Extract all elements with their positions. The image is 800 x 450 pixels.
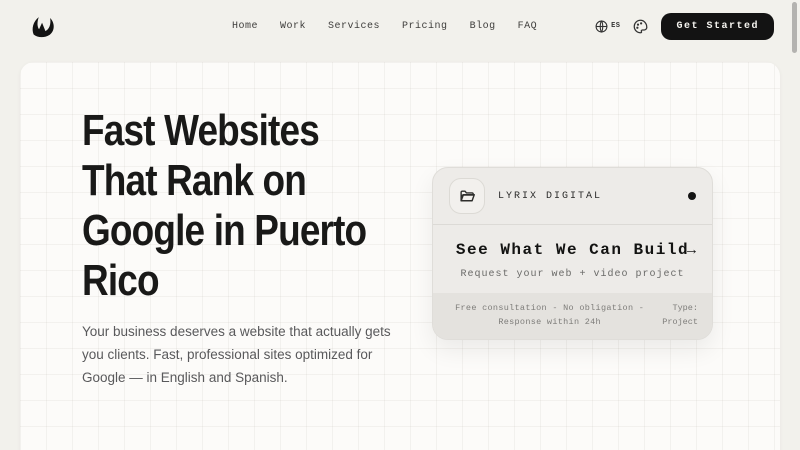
hero-title-line: Google in Puerto	[82, 206, 366, 256]
hero-title-line: That Rank on	[82, 156, 366, 206]
hero-description: Your business deserves a website that ac…	[82, 320, 404, 389]
folder-glyph	[459, 188, 476, 205]
lyrix-logo-icon[interactable]	[26, 9, 60, 43]
project-type-value: Project	[662, 315, 698, 329]
card-subheading: Request your web + video project	[449, 269, 696, 280]
hero-title-line: Fast Websites	[82, 106, 366, 156]
consultation-note: Free consultation - No obligation - Resp…	[447, 301, 652, 329]
card-body: See What We Can Build → Request your web…	[433, 225, 712, 293]
logo-glyph	[28, 11, 58, 41]
language-switcher[interactable]: ES	[595, 20, 620, 33]
folder-open-icon[interactable]	[449, 178, 485, 214]
theme-toggle[interactable]	[633, 19, 648, 34]
card-footer: Free consultation - No obligation - Resp…	[433, 293, 712, 339]
hero-title-line: Rico	[82, 256, 366, 306]
nav-item-home[interactable]: Home	[232, 21, 258, 32]
nav-item-work[interactable]: Work	[280, 21, 306, 32]
see-what-we-can-build-link[interactable]: See What We Can Build	[456, 241, 689, 259]
nav-item-services[interactable]: Services	[328, 21, 380, 32]
palette-icon	[633, 19, 648, 34]
nav-item-faq[interactable]: FAQ	[518, 21, 538, 32]
nav-item-blog[interactable]: Blog	[470, 21, 496, 32]
top-navigation-bar: Home Work Services Pricing Blog FAQ ES G…	[0, 0, 800, 52]
project-type-label: Type:	[662, 301, 698, 315]
nav-item-pricing[interactable]: Pricing	[402, 21, 448, 32]
arrow-right-icon[interactable]: →	[687, 242, 696, 259]
project-request-card: LYRIX DIGITAL See What We Can Build → Re…	[432, 167, 713, 340]
status-dot-icon	[688, 192, 696, 200]
get-started-button[interactable]: Get Started	[661, 13, 774, 40]
card-brand-label: LYRIX DIGITAL	[498, 191, 602, 202]
globe-icon	[595, 20, 608, 33]
header-actions: ES Get Started	[595, 13, 774, 40]
hero-title: Fast Websites That Rank on Google in Pue…	[82, 106, 366, 306]
hero-section: Fast Websites That Rank on Google in Pue…	[20, 62, 780, 450]
project-type: Type: Project	[662, 301, 698, 329]
card-header: LYRIX DIGITAL	[433, 168, 712, 225]
scrollbar-thumb[interactable]	[792, 2, 797, 53]
language-label: ES	[611, 22, 620, 30]
main-nav: Home Work Services Pricing Blog FAQ	[232, 21, 537, 32]
